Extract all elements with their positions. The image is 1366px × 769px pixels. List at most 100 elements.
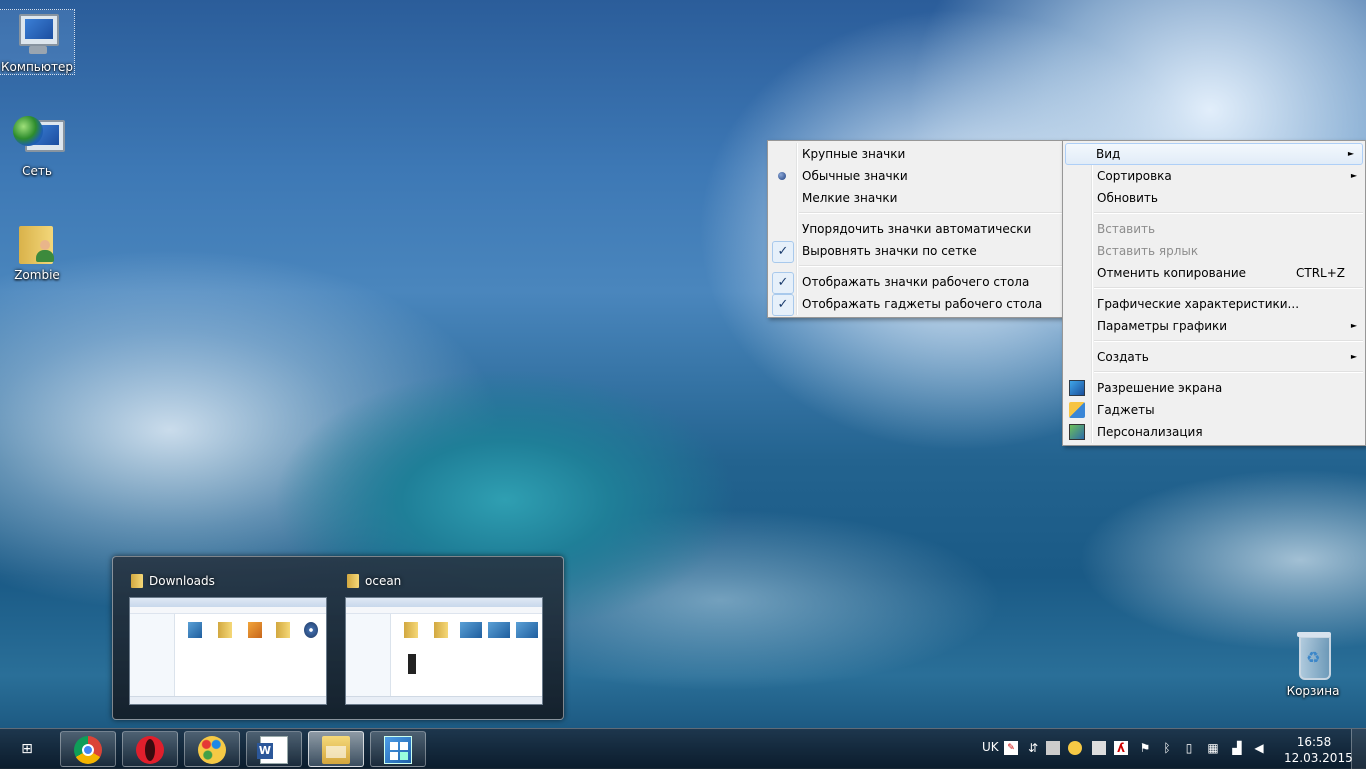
thumbnail-title-text: ocean xyxy=(365,574,402,588)
menu-item-label: Выровнять значки по сетке xyxy=(802,244,977,258)
desktop-icon-label: Zombie xyxy=(14,268,60,282)
desktop-context-menu: Вид ► Сортировка ► Обновить Вставить Встав… xyxy=(1062,140,1366,446)
word-icon xyxy=(257,736,288,764)
bluetooth-icon[interactable]: ᛒ xyxy=(1160,741,1174,755)
desktop-icon-computer[interactable]: Компьютер xyxy=(0,9,75,75)
signal-strength-icon[interactable]: ▟ xyxy=(1230,741,1244,755)
view-submenu: Крупные значки Обычные значки Мелкие зна… xyxy=(767,140,1065,318)
submenu-arrow-icon: ► xyxy=(1347,149,1354,158)
menu-item-label: Графические характеристики... xyxy=(1097,297,1300,311)
desktop-icon-label: Корзина xyxy=(1286,684,1340,698)
start-button[interactable]: ⊞ xyxy=(12,739,42,759)
control-panel-icon xyxy=(384,736,412,764)
menu-item-show-gadgets[interactable]: ✓ Отображать гаджеты рабочего стола xyxy=(768,293,1064,316)
submenu-arrow-icon: ► xyxy=(1350,171,1357,180)
menu-item-large-icons[interactable]: Крупные значки xyxy=(768,143,1064,165)
menu-item-label: Разрешение экрана xyxy=(1097,381,1223,395)
clock-date: 12.03.2015 xyxy=(1284,751,1353,765)
menu-item-label: Сортировка xyxy=(1097,169,1172,183)
menu-item-undo-copy[interactable]: Отменить копирование CTRL+Z xyxy=(1063,262,1365,284)
menu-item-label: Крупные значки xyxy=(802,147,906,161)
menu-separator xyxy=(1094,371,1363,373)
taskbar-thumbnail-preview: Downloads ocean xyxy=(112,556,564,720)
shortcut-label: CTRL+Z xyxy=(1295,266,1345,280)
menu-item-graphics-properties[interactable]: Графические характеристики... xyxy=(1063,293,1365,315)
thumbnail-title-text: Downloads xyxy=(149,574,215,588)
menu-item-paste-shortcut[interactable]: Вставить ярлык xyxy=(1063,240,1365,262)
menu-item-label: Создать xyxy=(1097,350,1149,364)
tray-device-icon[interactable] xyxy=(1046,741,1060,755)
taskbar-button-chrome[interactable] xyxy=(60,731,116,767)
thumbnail-title: ocean xyxy=(345,569,545,593)
tray-acrobat-icon[interactable]: ʎ xyxy=(1114,741,1128,755)
recycle-bin-icon xyxy=(1289,632,1337,682)
screen-resolution-icon xyxy=(1069,380,1085,396)
user-folder-icon xyxy=(13,218,61,266)
menu-item-personalization[interactable]: Персонализация xyxy=(1063,421,1365,443)
desktop-icon-label: Сеть xyxy=(22,164,52,178)
menu-item-new[interactable]: Создать ► xyxy=(1063,346,1365,368)
show-desktop-button[interactable] xyxy=(1351,729,1366,769)
action-center-flag-icon[interactable]: ⚑ xyxy=(1138,741,1152,755)
checkmark-icon: ✓ xyxy=(772,241,794,263)
checkmark-icon: ✓ xyxy=(772,294,794,316)
menu-item-view[interactable]: Вид ► xyxy=(1065,143,1363,165)
menu-item-align-to-grid[interactable]: ✓ Выровнять значки по сетке xyxy=(768,240,1064,263)
opera-icon xyxy=(136,736,164,764)
menu-item-small-icons[interactable]: Мелкие значки xyxy=(768,187,1064,209)
menu-item-auto-arrange[interactable]: Упорядочить значки автоматически xyxy=(768,218,1064,240)
desktop-icon-network[interactable]: Сеть xyxy=(0,114,74,178)
folder-icon xyxy=(347,574,359,588)
thumbnail-image xyxy=(345,597,543,705)
menu-item-sort[interactable]: Сортировка ► xyxy=(1063,165,1365,187)
language-indicator[interactable]: UK xyxy=(982,740,999,754)
radio-selected-icon xyxy=(778,172,786,180)
personalization-icon xyxy=(1069,424,1085,440)
menu-item-graphics-options[interactable]: Параметры графики ► xyxy=(1063,315,1365,337)
system-clock[interactable]: 16:58 12.03.2015 xyxy=(1284,734,1353,766)
network-tray-icon[interactable]: ▦ xyxy=(1206,741,1220,755)
menu-item-show-desktop-icons[interactable]: ✓ Отображать значки рабочего стола xyxy=(768,271,1064,294)
desktop-icon-recycle-bin[interactable]: Корзина xyxy=(1276,632,1350,698)
menu-separator xyxy=(1094,287,1363,289)
menu-item-refresh[interactable]: Обновить xyxy=(1063,187,1365,209)
taskbar-button-opera[interactable] xyxy=(122,731,178,767)
clock-time: 16:58 xyxy=(1296,735,1332,749)
taskbar: ⊞ UK ✎ ⇵ ʎ ⚑ ᛒ ▯ ▦ ▟ ◀ 16:58 12.03.2015 xyxy=(0,728,1366,769)
taskbar-button-explorer[interactable] xyxy=(308,731,364,767)
menu-item-medium-icons[interactable]: Обычные значки xyxy=(768,165,1064,187)
menu-item-label: Персонализация xyxy=(1097,425,1203,439)
folder-icon xyxy=(131,574,143,588)
menu-item-label: Гаджеты xyxy=(1097,403,1155,417)
menu-item-label: Отображать значки рабочего стола xyxy=(802,275,1030,289)
volume-icon[interactable]: ◀ xyxy=(1252,741,1266,755)
keyboard-layout-icon[interactable]: ✎ xyxy=(1004,741,1018,755)
menu-item-label: Отменить копирование xyxy=(1097,266,1247,280)
tray-paint-icon[interactable] xyxy=(1068,741,1082,755)
thumbnail-ocean[interactable]: ocean xyxy=(345,569,545,705)
tray-arrows-icon[interactable]: ⇵ xyxy=(1026,741,1040,755)
menu-item-label: Мелкие значки xyxy=(802,191,898,205)
menu-item-label: Параметры графики xyxy=(1097,319,1228,333)
desktop-icon-label: Компьютер xyxy=(1,60,73,74)
network-icon xyxy=(13,114,65,162)
usb-device-icon[interactable]: ▯ xyxy=(1182,741,1196,755)
paint-icon xyxy=(198,736,226,764)
menu-item-screen-resolution[interactable]: Разрешение экрана xyxy=(1063,377,1365,399)
menu-separator xyxy=(1094,212,1363,214)
menu-item-paste[interactable]: Вставить xyxy=(1063,218,1365,240)
menu-item-label: Вид xyxy=(1096,147,1121,161)
menu-item-label: Упорядочить значки автоматически xyxy=(802,222,1032,236)
computer-icon xyxy=(13,10,61,58)
thumbnail-title: Downloads xyxy=(129,569,329,593)
taskbar-button-control-panel[interactable] xyxy=(370,731,426,767)
menu-item-gadgets[interactable]: Гаджеты xyxy=(1063,399,1365,421)
taskbar-button-word[interactable] xyxy=(246,731,302,767)
tray-drive-icon[interactable] xyxy=(1092,741,1106,755)
desktop-icon-zombie[interactable]: Zombie xyxy=(0,218,74,282)
taskbar-button-paint[interactable] xyxy=(184,731,240,767)
menu-item-label: Обновить xyxy=(1097,191,1158,205)
gadgets-icon xyxy=(1069,402,1085,418)
checkmark-icon: ✓ xyxy=(772,272,794,294)
thumbnail-downloads[interactable]: Downloads xyxy=(129,569,329,705)
